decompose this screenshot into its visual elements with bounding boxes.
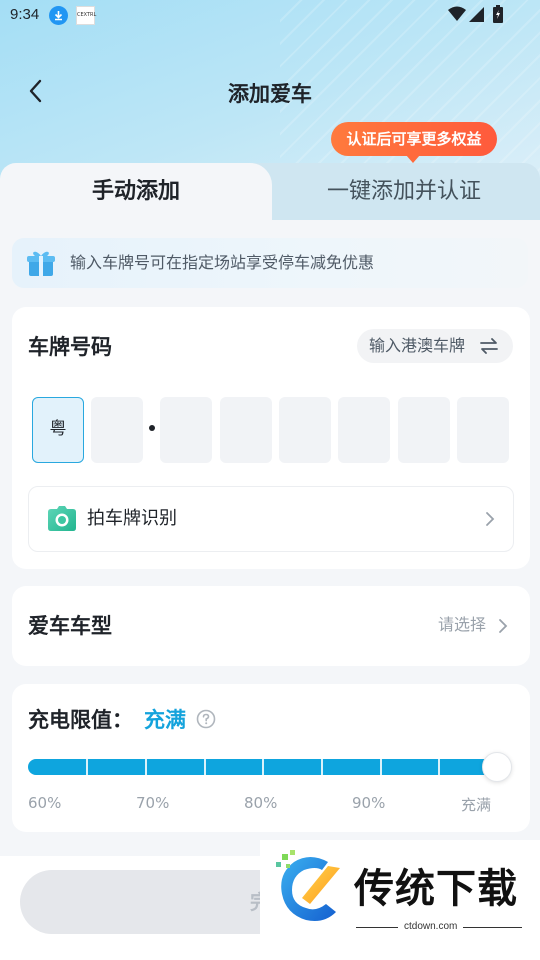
charge-limit-value: 充满	[144, 708, 186, 732]
charge-limit-label: 充电限值：	[28, 708, 133, 732]
chevron-right-icon	[498, 618, 508, 638]
status-time: 9:34	[10, 6, 40, 23]
plate-char-slot[interactable]	[160, 397, 212, 463]
car-model-card[interactable]: 爱车车型 请选择	[12, 586, 530, 666]
plate-province-slot[interactable]: 粤	[32, 397, 84, 463]
tick-label: 60%	[28, 794, 62, 812]
car-model-title: 爱车车型	[28, 614, 112, 638]
tick-label: 80%	[244, 794, 278, 812]
help-icon[interactable]	[196, 709, 216, 733]
tick-label: 90%	[352, 794, 386, 812]
plate-ocr-button[interactable]: 拍车牌识别	[28, 486, 514, 552]
slider-divider	[321, 759, 323, 775]
app-notification-icon: CEXTRL	[76, 6, 96, 25]
license-plate-card: 车牌号码 输入港澳车牌 粤 拍车牌识别	[12, 307, 530, 569]
plate-char-slot[interactable]	[220, 397, 272, 463]
plate-char-slot[interactable]	[457, 397, 509, 463]
plate-char-slot[interactable]	[91, 397, 143, 463]
charge-limit-card: 充电限值： 充满 60% 70% 80% 90% 充满	[12, 684, 530, 832]
ocr-label: 拍车牌识别	[87, 508, 177, 529]
watermark: 传统下载 ctdown.com	[260, 840, 540, 938]
chevron-right-icon	[485, 511, 495, 531]
page-title: 添加爱车	[228, 82, 312, 106]
slider-divider	[262, 759, 264, 775]
swap-icon	[479, 338, 499, 358]
wifi-icon	[448, 6, 466, 26]
tip-text: 输入车牌号可在指定场站享受停车减免优惠	[70, 253, 375, 272]
signal-icon	[468, 6, 484, 26]
car-model-select[interactable]: 请选择	[438, 586, 486, 664]
tab-one-click-add[interactable]: 一键添加并认证	[262, 163, 540, 221]
slider-divider	[86, 759, 88, 775]
gift-icon	[26, 248, 56, 282]
plate-province-text: 粤	[49, 419, 67, 439]
charge-limit-slider[interactable]	[28, 759, 498, 775]
plate-char-slot[interactable]	[398, 397, 450, 463]
status-bar: 9:34 CEXTRL	[0, 0, 540, 32]
plate-title: 车牌号码	[28, 335, 112, 359]
tab-manual-add[interactable]: 手动添加	[0, 163, 272, 221]
slider-thumb[interactable]	[482, 752, 512, 782]
slider-divider	[438, 759, 440, 775]
tip-banner: 输入车牌号可在指定场站享受停车减免优惠	[12, 238, 528, 288]
download-icon	[49, 6, 68, 25]
tick-label: 70%	[136, 794, 170, 812]
promo-badge: 认证后可享更多权益	[331, 122, 497, 163]
watermark-brand: 传统下载	[354, 866, 518, 912]
plate-separator-dot	[149, 425, 155, 431]
slider-divider	[145, 759, 147, 775]
watermark-logo-icon	[270, 848, 348, 934]
watermark-url: ctdown.com	[398, 921, 464, 932]
tick-label: 充满	[461, 796, 492, 814]
battery-icon	[493, 5, 503, 27]
slider-divider	[380, 759, 382, 775]
slider-divider	[204, 759, 206, 775]
plate-char-slot[interactable]	[338, 397, 390, 463]
camera-icon	[47, 506, 77, 536]
hk-macau-plate-label: 输入港澳车牌	[369, 336, 466, 355]
plate-char-slot[interactable]	[279, 397, 331, 463]
hk-macau-plate-button[interactable]: 输入港澳车牌	[357, 329, 513, 363]
